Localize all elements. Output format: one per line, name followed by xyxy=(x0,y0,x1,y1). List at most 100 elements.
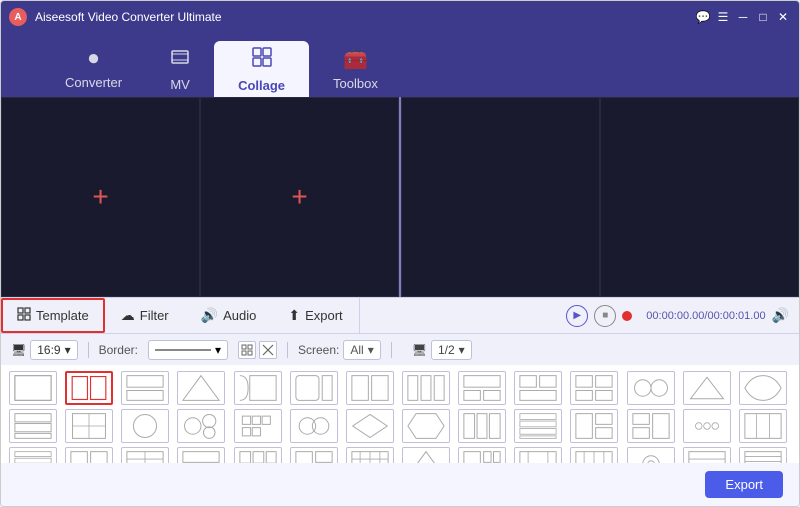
preview-panel-1[interactable]: + xyxy=(1,97,200,297)
minimize-button[interactable]: ─ xyxy=(735,9,751,25)
template-item-14[interactable] xyxy=(739,371,787,405)
tab-mv-label: MV xyxy=(170,77,190,92)
template-item-12[interactable] xyxy=(627,371,675,405)
screen-select[interactable]: All ▾ xyxy=(343,340,380,360)
tab-toolbox[interactable]: 🧰 Toolbox xyxy=(309,41,402,97)
divider-1 xyxy=(88,342,89,358)
template-item-31[interactable] xyxy=(121,447,169,463)
tab-converter[interactable]: ⏺ Converter xyxy=(41,41,146,97)
collage-icon xyxy=(251,46,273,74)
template-item-10[interactable] xyxy=(514,371,562,405)
template-item-9[interactable] xyxy=(458,371,506,405)
app-logo: A xyxy=(9,8,27,26)
nav-tabs: ⏺ Converter MV Collag xyxy=(1,33,799,97)
add-icon-2: + xyxy=(291,181,307,213)
template-item-5[interactable] xyxy=(234,371,282,405)
menu-icon[interactable]: ☰ xyxy=(715,9,731,25)
monitor-icon: 🖥 xyxy=(11,343,26,357)
template-item-7[interactable] xyxy=(346,371,394,405)
tool-tab-audio[interactable]: 🔊 Audio xyxy=(185,298,273,333)
template-item-21[interactable] xyxy=(346,409,394,443)
tab-mv[interactable]: MV xyxy=(146,41,214,97)
volume-icon[interactable]: 🔊 xyxy=(772,307,789,324)
template-item-22[interactable] xyxy=(402,409,450,443)
template-grid-inner xyxy=(9,371,791,463)
monitor-small-icon: 🖥 xyxy=(412,343,427,357)
template-icon xyxy=(17,307,31,324)
audio-icon: 🔊 xyxy=(201,307,218,324)
template-item-35[interactable] xyxy=(346,447,394,463)
aspect-ratio-select[interactable]: 16:9 ▾ xyxy=(30,340,77,360)
bottom-toolbar: Template ☁ Filter 🔊 Audio ⬆ Export ▶ ■ xyxy=(1,297,799,333)
template-item-11[interactable] xyxy=(570,371,618,405)
tool-tab-template[interactable]: Template xyxy=(1,298,105,333)
tool-tab-template-label: Template xyxy=(36,308,89,323)
title-bar: A Aiseesoft Video Converter Ultimate 💬 ☰… xyxy=(1,1,799,33)
preview-panel-3[interactable] xyxy=(401,97,600,297)
template-item-23[interactable] xyxy=(458,409,506,443)
logo-text: A xyxy=(14,12,21,23)
template-item-39[interactable] xyxy=(570,447,618,463)
template-item-26[interactable] xyxy=(627,409,675,443)
stop-button[interactable]: ■ xyxy=(594,305,616,327)
aspect-ratio-value: 16:9 xyxy=(37,343,60,357)
play-button[interactable]: ▶ xyxy=(566,305,588,327)
template-item-29[interactable] xyxy=(9,447,57,463)
toolbox-icon: 🧰 xyxy=(343,47,368,72)
preview-panel-2[interactable]: + xyxy=(200,97,399,297)
template-item-6[interactable] xyxy=(290,371,338,405)
template-item-24[interactable] xyxy=(514,409,562,443)
export-button[interactable]: Export xyxy=(705,471,783,498)
template-item-32[interactable] xyxy=(177,447,225,463)
maximize-button[interactable]: □ xyxy=(755,9,771,25)
preview-panel-4[interactable] xyxy=(600,97,799,297)
template-item-30[interactable] xyxy=(65,447,113,463)
export-tab-icon: ⬆ xyxy=(288,307,300,324)
template-item-18[interactable] xyxy=(177,409,225,443)
template-item-19[interactable] xyxy=(234,409,282,443)
chat-icon[interactable]: 💬 xyxy=(695,9,711,25)
template-controls-bar: 🖥 16:9 ▾ Border: ▾ xyxy=(1,333,799,365)
template-item-15[interactable] xyxy=(9,409,57,443)
template-item-28[interactable] xyxy=(739,409,787,443)
template-item-38[interactable] xyxy=(514,447,562,463)
template-item-1[interactable] xyxy=(9,371,57,405)
filter-cloud-icon: ☁ xyxy=(121,307,135,324)
grid-icon-1[interactable] xyxy=(238,341,256,359)
converter-icon: ⏺ xyxy=(89,48,99,71)
page-indicator[interactable]: 1/2 ▾ xyxy=(431,340,472,360)
template-item-13[interactable] xyxy=(683,371,731,405)
template-item-27[interactable] xyxy=(683,409,731,443)
template-item-42[interactable] xyxy=(739,447,787,463)
template-item-4[interactable] xyxy=(177,371,225,405)
template-item-36[interactable] xyxy=(402,447,450,463)
template-item-34[interactable] xyxy=(290,447,338,463)
template-item-17[interactable] xyxy=(121,409,169,443)
playback-controls: ▶ ■ 00:00:00.00/00:00:01.00 🔊 xyxy=(556,305,799,327)
template-item-3[interactable] xyxy=(121,371,169,405)
template-item-16[interactable] xyxy=(65,409,113,443)
template-item-2[interactable] xyxy=(65,371,113,405)
tool-tab-export-label: Export xyxy=(305,308,343,323)
template-item-33[interactable] xyxy=(234,447,282,463)
template-item-37[interactable] xyxy=(458,447,506,463)
template-grid xyxy=(1,365,799,463)
tool-tab-filter[interactable]: ☁ Filter xyxy=(105,298,185,333)
border-slider-container: ▾ xyxy=(148,340,228,360)
grid-icon-2[interactable] xyxy=(259,341,277,359)
close-button[interactable]: ✕ xyxy=(775,9,791,25)
preview-right xyxy=(401,97,799,297)
template-item-20[interactable] xyxy=(290,409,338,443)
template-item-8[interactable] xyxy=(402,371,450,405)
border-slider[interactable]: ▾ xyxy=(148,340,228,360)
tab-collage-label: Collage xyxy=(238,78,285,93)
tab-collage[interactable]: Collage xyxy=(214,41,309,97)
template-item-25[interactable] xyxy=(570,409,618,443)
divider-3 xyxy=(391,342,392,358)
border-line xyxy=(155,349,211,351)
time-display: 00:00:00.00/00:00:01.00 xyxy=(646,310,765,322)
template-item-41[interactable] xyxy=(683,447,731,463)
template-item-40[interactable] xyxy=(627,447,675,463)
tool-tab-export[interactable]: ⬆ Export xyxy=(272,298,358,333)
grid-icons xyxy=(238,341,277,359)
